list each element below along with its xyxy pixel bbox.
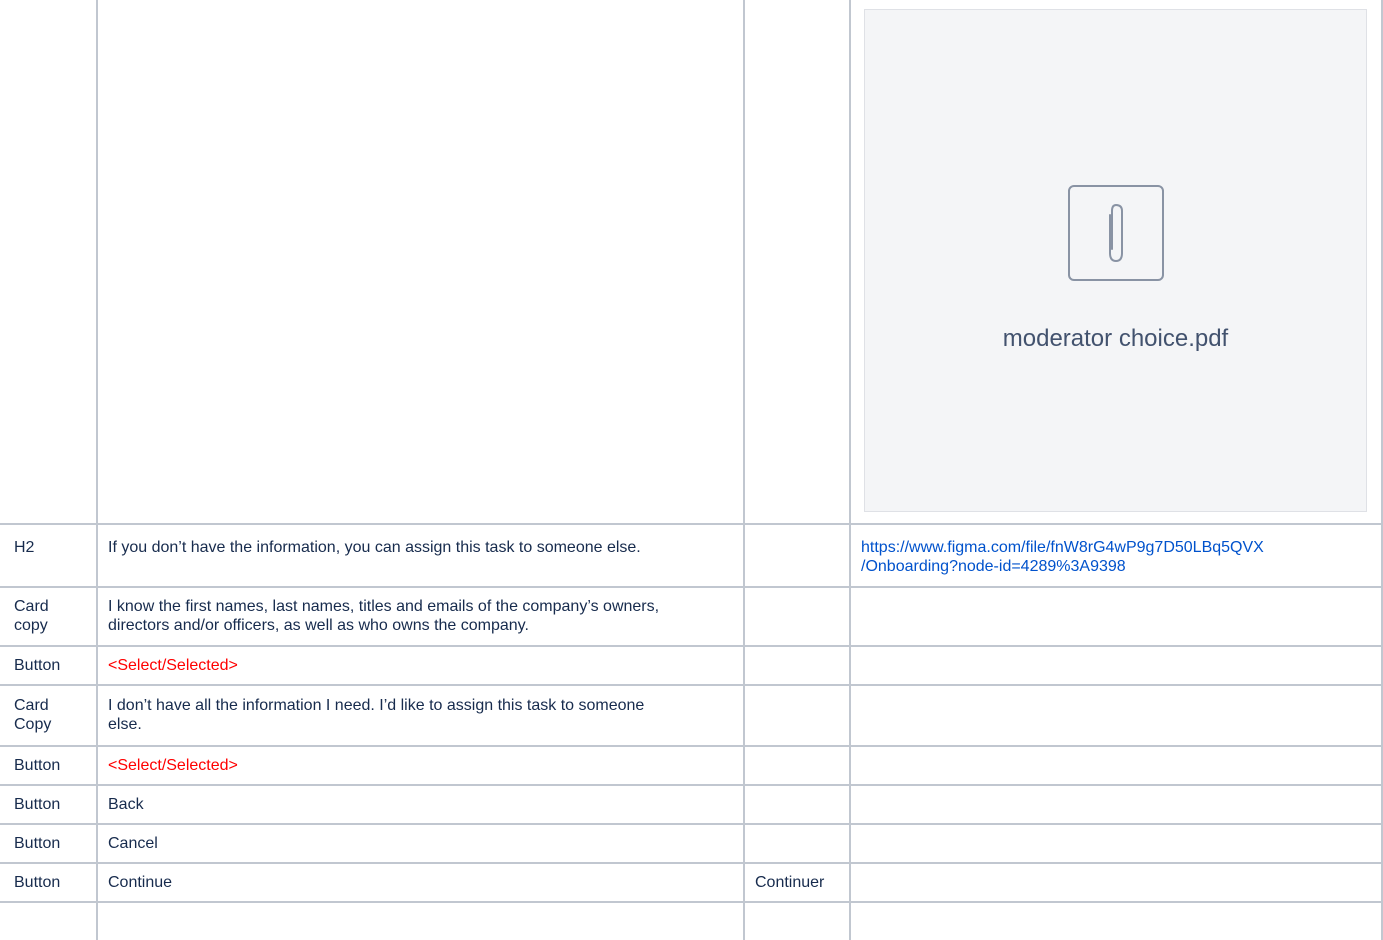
figma-link[interactable]: https://www.figma.com/file/fnW8rG4wP9g7D… bbox=[851, 538, 1381, 576]
copy-line1: I know the first names, last names, titl… bbox=[108, 598, 660, 615]
row-type-label: Button bbox=[14, 874, 61, 891]
button-placeholder-text: <Select/Selected> bbox=[108, 757, 238, 774]
row-border bbox=[0, 684, 1383, 686]
row-type-label: Button bbox=[14, 757, 61, 774]
content-table: moderator choice.pdf H2 If you don’t hav… bbox=[0, 0, 1383, 940]
row-type-label: Card Copy bbox=[4, 696, 61, 734]
row-copy-text: Cancel bbox=[108, 835, 158, 852]
row-border bbox=[0, 901, 1383, 903]
row-copy-text: Continue bbox=[108, 874, 173, 891]
row-border bbox=[0, 523, 1383, 525]
row-translation-text: Continuer bbox=[755, 874, 825, 891]
row-type-label: Button bbox=[14, 796, 61, 813]
copy-line2: directors and/or officers, as well as wh… bbox=[108, 617, 529, 634]
row-type-line2: Copy bbox=[14, 716, 52, 733]
row-type-label: Button bbox=[14, 835, 61, 852]
row-copy-text: If you don’t have the information, you c… bbox=[108, 539, 641, 556]
button-placeholder-text: <Select/Selected> bbox=[108, 657, 238, 674]
figma-link-line2[interactable]: /Onboarding?node-id=4289%3A9398 bbox=[861, 558, 1126, 575]
row-type-line1: Card bbox=[14, 598, 49, 615]
row-border bbox=[0, 823, 1383, 825]
row-copy-text: I know the first names, last names, titl… bbox=[98, 597, 743, 635]
column-border bbox=[743, 0, 745, 940]
row-border bbox=[0, 862, 1383, 864]
copy-line1: I don’t have all the information I need.… bbox=[108, 697, 645, 714]
attachment-preview[interactable]: moderator choice.pdf bbox=[864, 9, 1367, 512]
row-copy-text: I don’t have all the information I need.… bbox=[98, 696, 743, 734]
row-type-label: H2 bbox=[14, 539, 35, 556]
paperclip-icon bbox=[1068, 185, 1164, 281]
row-type-line1: Card bbox=[14, 697, 49, 714]
row-border bbox=[0, 586, 1383, 588]
row-border bbox=[0, 745, 1383, 747]
attachment-filename: moderator choice.pdf bbox=[1002, 325, 1229, 352]
copy-line2: else. bbox=[108, 716, 142, 733]
row-border bbox=[0, 784, 1383, 786]
column-border bbox=[849, 0, 851, 940]
figma-link-line1[interactable]: https://www.figma.com/file/fnW8rG4wP9g7D… bbox=[861, 539, 1264, 556]
row-type-label: Button bbox=[14, 657, 61, 674]
row-border bbox=[0, 645, 1383, 647]
row-type-line2: copy bbox=[14, 617, 48, 634]
row-type-label: Card copy bbox=[4, 597, 59, 635]
row-copy-text: Back bbox=[108, 796, 144, 813]
